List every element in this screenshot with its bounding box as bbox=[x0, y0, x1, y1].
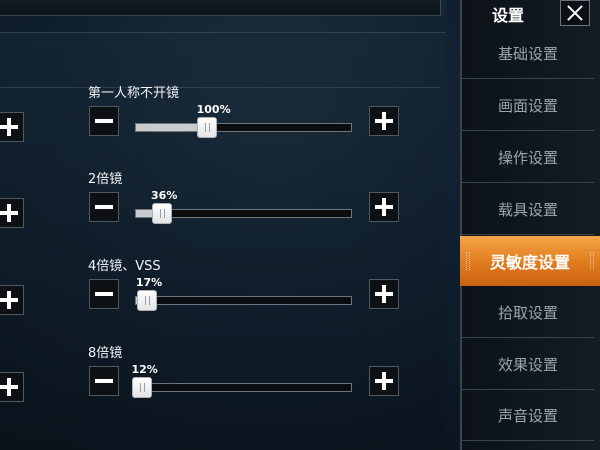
sidebar-item-label: 灵敏度设置 bbox=[489, 253, 570, 272]
sidebar-item-controls[interactable]: 操作设置 bbox=[462, 132, 594, 183]
sensitivity-row-8x-scope: 8倍镜 12% bbox=[88, 342, 408, 422]
minus-icon bbox=[95, 285, 113, 303]
minus-icon bbox=[95, 198, 113, 216]
value-label: 12% bbox=[131, 363, 158, 376]
close-button[interactable] bbox=[560, 0, 590, 26]
decrease-button[interactable] bbox=[89, 366, 119, 396]
sidebar-item-audio[interactable]: 声音设置 bbox=[462, 390, 594, 441]
plus-icon bbox=[0, 204, 18, 222]
plus-icon bbox=[375, 112, 393, 130]
increase-button[interactable] bbox=[369, 192, 399, 222]
settings-sidebar: 设置 基础设置 画面设置 操作设置 载具设置 灵敏度设置 拾取设置 效果设置 声… bbox=[460, 0, 600, 450]
sidebar-item-basic[interactable]: 基础设置 bbox=[462, 28, 594, 79]
value-label: 100% bbox=[196, 103, 231, 116]
plus-icon bbox=[375, 285, 393, 303]
slider-track[interactable] bbox=[135, 290, 352, 311]
decrease-button[interactable] bbox=[89, 192, 119, 222]
increase-button[interactable] bbox=[369, 279, 399, 309]
grip-icon bbox=[466, 252, 470, 270]
row-label: 8倍镜 bbox=[88, 346, 123, 361]
value-label: 36% bbox=[151, 189, 178, 202]
sidebar-header: 设置 bbox=[462, 0, 600, 28]
plus-icon bbox=[375, 372, 393, 390]
minus-icon bbox=[95, 112, 113, 130]
increase-button[interactable] bbox=[369, 106, 399, 136]
slider-thumb[interactable] bbox=[151, 203, 172, 224]
sensitivity-row-2x-scope: 2倍镜 36% bbox=[88, 168, 408, 248]
sidebar-item-pickup[interactable]: 拾取设置 bbox=[462, 287, 594, 338]
decrease-button[interactable] bbox=[89, 106, 119, 136]
sidebar-item-sensitivity[interactable]: 灵敏度设置 bbox=[460, 236, 600, 286]
row-label: 第一人称不开镜 bbox=[88, 86, 180, 101]
sensitivity-row-first-person: 第一人称不开镜 100% bbox=[88, 82, 408, 162]
row-label: 2倍镜 bbox=[88, 172, 123, 187]
plus-icon bbox=[375, 198, 393, 216]
plus-icon bbox=[0, 291, 18, 309]
slider-track[interactable] bbox=[135, 203, 352, 224]
left-column-plus-button[interactable] bbox=[0, 198, 24, 228]
sidebar-item-effects[interactable]: 效果设置 bbox=[462, 339, 594, 390]
plus-icon bbox=[0, 378, 18, 396]
sensitivity-row-4x-scope: 4倍镜、VSS 17% bbox=[88, 255, 408, 335]
slider-thumb[interactable] bbox=[136, 290, 157, 311]
previous-panel-edge bbox=[0, 0, 446, 16]
value-label: 17% bbox=[135, 276, 163, 289]
slider-thumb[interactable] bbox=[196, 117, 217, 138]
decrease-button[interactable] bbox=[89, 279, 119, 309]
slider-track[interactable] bbox=[135, 117, 352, 138]
increase-button[interactable] bbox=[369, 366, 399, 396]
slider-track[interactable] bbox=[132, 377, 352, 398]
slider-thumb[interactable] bbox=[132, 377, 153, 398]
sidebar-title: 设置 bbox=[492, 6, 525, 25]
row-label: 4倍镜、VSS bbox=[88, 259, 161, 274]
left-column-plus-button[interactable] bbox=[0, 112, 24, 142]
plus-icon bbox=[0, 118, 18, 136]
left-column-plus-button[interactable] bbox=[0, 285, 24, 315]
left-column-plus-button[interactable] bbox=[0, 372, 24, 402]
sidebar-item-vehicle[interactable]: 载具设置 bbox=[462, 184, 594, 235]
previous-panel-scrollbar bbox=[440, 0, 446, 16]
sidebar-item-graphics[interactable]: 画面设置 bbox=[462, 80, 594, 131]
minus-icon bbox=[95, 372, 113, 390]
grip-icon bbox=[590, 252, 594, 270]
